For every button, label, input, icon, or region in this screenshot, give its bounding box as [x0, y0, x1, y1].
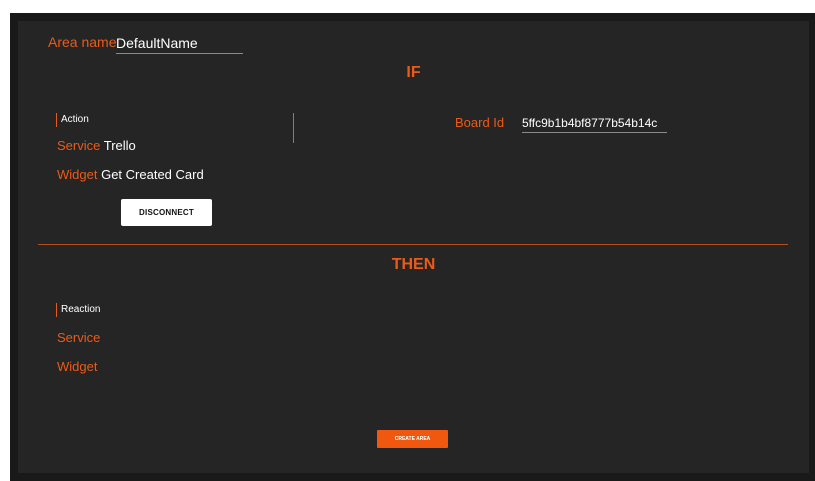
action-service-row: Service Trello	[57, 138, 136, 153]
area-name-label: Area name	[48, 34, 117, 50]
action-widget-value: Get Created Card	[101, 167, 204, 182]
action-service-value: Trello	[103, 138, 136, 153]
action-widget-label: Widget	[57, 167, 98, 182]
action-service-label: Service	[57, 138, 101, 153]
area-form-panel	[18, 21, 809, 473]
board-id-input[interactable]	[522, 114, 667, 133]
section-divider	[38, 244, 788, 245]
action-widget-row: Widget Get Created Card	[57, 167, 204, 182]
reaction-widget-row: Widget	[57, 359, 97, 374]
vertical-divider	[293, 113, 294, 143]
if-section-title: IF	[406, 64, 421, 81]
reaction-widget-label: Widget	[57, 359, 98, 374]
create-area-button[interactable]: CREATE AREA	[377, 430, 448, 448]
action-label: Action	[56, 113, 89, 127]
reaction-service-label: Service	[57, 330, 101, 345]
area-name-input[interactable]	[116, 33, 243, 54]
reaction-service-row: Service	[57, 330, 100, 345]
disconnect-button[interactable]: DISCONNECT	[121, 199, 212, 226]
board-id-label: Board Id	[455, 115, 505, 130]
reaction-label: Reaction	[56, 303, 100, 317]
then-section-title: THEN	[391, 256, 436, 273]
